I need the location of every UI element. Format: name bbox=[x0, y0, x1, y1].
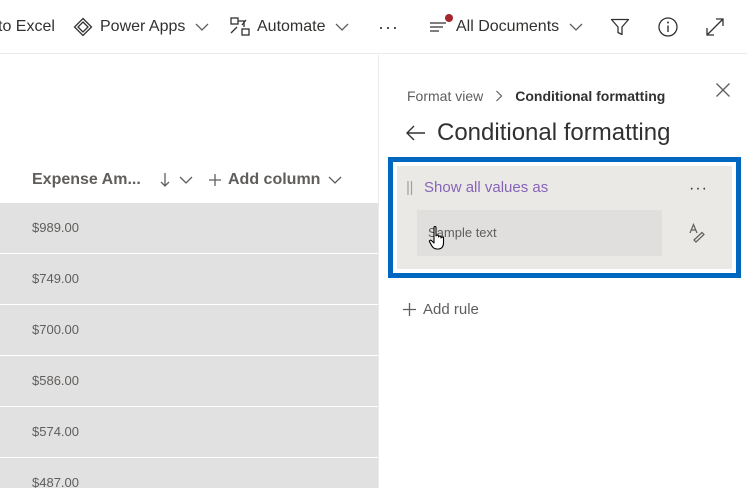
add-rule-label: Add rule bbox=[423, 301, 479, 318]
command-bar: to Excel Power Apps Automate ··· All Doc… bbox=[0, 0, 747, 54]
sample-text-preview[interactable]: Sample text bbox=[417, 210, 662, 256]
filter-icon bbox=[610, 17, 630, 37]
breadcrumb-format-view[interactable]: Format view bbox=[407, 88, 483, 104]
view-label: All Documents bbox=[456, 18, 560, 35]
export-to-excel-button[interactable]: to Excel bbox=[0, 0, 55, 54]
format-button[interactable] bbox=[688, 223, 706, 243]
list-view: Expense Am... Add column $989.00 $749.00… bbox=[0, 55, 378, 488]
power-apps-icon bbox=[72, 16, 94, 38]
expense-amount-cell: $989.00 bbox=[32, 220, 79, 235]
column-header-label: Expense Am... bbox=[32, 171, 141, 188]
expand-icon bbox=[705, 17, 725, 37]
hand-cursor-icon bbox=[428, 225, 448, 251]
automate-icon bbox=[229, 16, 251, 38]
panel-title: Conditional formatting bbox=[437, 119, 671, 146]
plus-icon bbox=[402, 302, 417, 317]
back-arrow-icon[interactable] bbox=[405, 124, 427, 142]
expense-amount-cell: $749.00 bbox=[32, 271, 79, 286]
filter-button[interactable] bbox=[610, 0, 630, 54]
notification-dot bbox=[445, 14, 453, 22]
column-header-row: Expense Am... Add column bbox=[0, 163, 378, 203]
plus-icon bbox=[208, 173, 222, 187]
column-header-expense-amount[interactable]: Expense Am... bbox=[32, 163, 193, 197]
table-row[interactable]: $989.00 bbox=[0, 203, 378, 254]
drag-grip-icon[interactable] bbox=[407, 180, 413, 196]
chevron-down-icon bbox=[569, 22, 583, 32]
expense-amount-cell: $586.00 bbox=[32, 373, 79, 388]
expand-button[interactable] bbox=[705, 0, 725, 54]
format-view-panel: Format view Conditional formatting Condi… bbox=[379, 55, 747, 488]
export-label: to Excel bbox=[0, 18, 55, 35]
info-icon bbox=[657, 16, 679, 38]
breadcrumb: Format view Conditional formatting bbox=[407, 88, 665, 104]
rule-label[interactable]: Show all values as bbox=[424, 179, 548, 196]
breadcrumb-conditional-formatting: Conditional formatting bbox=[515, 88, 666, 104]
chevron-down-icon bbox=[328, 175, 342, 185]
info-button[interactable] bbox=[657, 0, 679, 54]
add-rule-button[interactable]: Add rule bbox=[402, 301, 479, 318]
view-options-icon bbox=[428, 14, 453, 38]
table-row[interactable]: $586.00 bbox=[0, 356, 378, 407]
expense-amount-cell: $574.00 bbox=[32, 424, 79, 439]
close-panel-button[interactable] bbox=[713, 80, 733, 100]
more-commands-button[interactable]: ··· bbox=[378, 0, 399, 54]
add-column-button[interactable]: Add column bbox=[208, 163, 342, 197]
automate-label: Automate bbox=[257, 18, 326, 35]
add-column-label: Add column bbox=[228, 171, 321, 188]
table-row[interactable]: $487.00 bbox=[0, 458, 378, 488]
more-label: ··· bbox=[378, 16, 399, 37]
sort-descending-icon bbox=[159, 171, 171, 189]
close-icon bbox=[715, 82, 731, 98]
automate-button[interactable]: Automate bbox=[229, 0, 349, 54]
rule-more-button[interactable]: ··· bbox=[689, 180, 708, 198]
table-row[interactable]: $574.00 bbox=[0, 407, 378, 458]
chevron-down-icon bbox=[335, 22, 349, 32]
power-apps-label: Power Apps bbox=[100, 18, 186, 35]
power-apps-button[interactable]: Power Apps bbox=[72, 0, 209, 54]
chevron-down-icon bbox=[195, 22, 209, 32]
panel-title-row: Conditional formatting bbox=[405, 119, 670, 147]
format-icon bbox=[688, 223, 706, 243]
chevron-right-icon bbox=[495, 90, 503, 102]
expense-amount-cell: $700.00 bbox=[32, 322, 79, 337]
list-rows: $989.00 $749.00 $700.00 $586.00 $574.00 … bbox=[0, 203, 378, 488]
expense-amount-cell: $487.00 bbox=[32, 475, 79, 488]
rule-card[interactable]: Show all values as ··· Sample text bbox=[397, 166, 732, 269]
table-row[interactable]: $749.00 bbox=[0, 254, 378, 305]
table-row[interactable]: $700.00 bbox=[0, 305, 378, 356]
highlighted-rule: Show all values as ··· Sample text bbox=[388, 157, 741, 278]
view-selector[interactable]: All Documents bbox=[428, 0, 583, 54]
more-label: ··· bbox=[689, 180, 708, 197]
chevron-down-icon bbox=[179, 175, 193, 185]
